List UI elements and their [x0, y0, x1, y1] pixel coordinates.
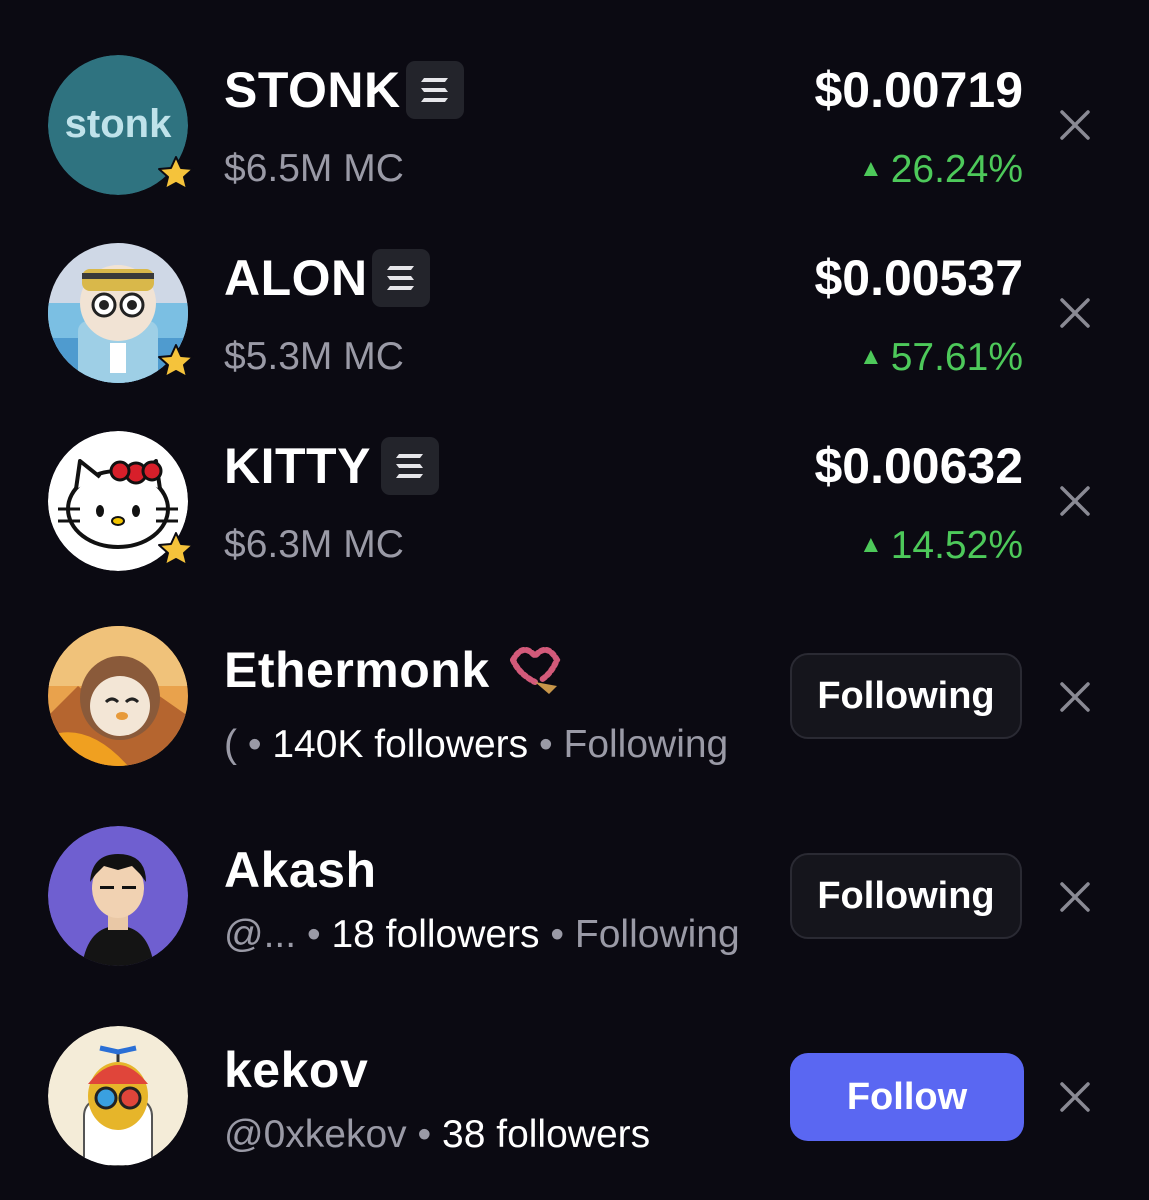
token-change: ▲ 57.61% [859, 334, 1023, 381]
stonk-avatar-text: stonk [65, 102, 172, 146]
user-row-kekov[interactable]: kekov @0xkekov • 38 followers Follow [0, 964, 1149, 1200]
solana-chain-icon [406, 61, 464, 119]
user-avatar-kekov [48, 1026, 188, 1166]
follow-button[interactable]: Follow [790, 1053, 1024, 1141]
token-market-cap: $5.3M MC [224, 335, 404, 378]
close-icon[interactable] [1058, 880, 1092, 914]
token-row-stonk[interactable]: stonk STONK $6.5M MC $0.00719 ▲ 26.24% [0, 0, 1149, 195]
close-icon[interactable] [1058, 484, 1092, 518]
separator-dot: • [306, 913, 321, 956]
user-row-ethermonk[interactable]: Ethermonk ( • 140K followers • Following… [0, 564, 1149, 766]
up-arrow-icon: ▲ [858, 531, 883, 558]
user-name: kekov [224, 1042, 369, 1098]
close-icon[interactable] [1058, 1080, 1092, 1114]
up-arrow-icon: ▲ [858, 155, 883, 182]
token-row-kitty[interactable]: KITTY $6.3M MC $0.00632 ▲ 14.52% [0, 376, 1149, 571]
token-market-cap: $6.3M MC [224, 523, 404, 566]
token-change-value: 14.52% [890, 524, 1023, 567]
user-handle: @0xkekov [224, 1113, 407, 1156]
following-button[interactable]: Following [790, 653, 1022, 739]
separator-dot: • [550, 913, 565, 956]
prayer-beads-icon [505, 640, 565, 700]
user-handle: @... [224, 913, 297, 956]
token-price: $0.00632 [814, 438, 1023, 494]
user-follow-status: Following [574, 913, 740, 956]
user-followers: 140K followers [272, 723, 529, 766]
close-icon[interactable] [1058, 680, 1092, 714]
user-name: Akash [224, 842, 377, 898]
user-meta: @... • 18 followers • Following [224, 912, 740, 958]
user-meta: @0xkekov • 38 followers [224, 1112, 650, 1158]
token-symbol: ALON [224, 250, 368, 306]
close-icon[interactable] [1058, 296, 1092, 330]
up-arrow-icon: ▲ [858, 343, 883, 370]
token-price: $0.00719 [814, 62, 1023, 118]
user-avatar-akash [48, 826, 188, 966]
solana-chain-icon [372, 249, 430, 307]
user-avatar-ethermonk [48, 626, 188, 766]
token-change: ▲ 26.24% [859, 146, 1023, 193]
user-meta: ( • 140K followers • Following [224, 722, 728, 768]
user-name: Ethermonk [224, 642, 490, 698]
token-change-value: 26.24% [890, 148, 1023, 191]
separator-dot: • [539, 723, 553, 766]
user-handle: ( [224, 723, 237, 766]
token-price: $0.00537 [814, 250, 1023, 306]
user-follow-status: Following [563, 723, 729, 766]
separator-dot: • [417, 1113, 432, 1156]
close-icon[interactable] [1058, 108, 1092, 142]
user-row-akash[interactable]: Akash @... • 18 followers • Following Fo… [0, 764, 1149, 966]
token-market-cap: $6.5M MC [224, 147, 404, 190]
token-symbol: KITTY [224, 438, 371, 494]
user-followers: 18 followers [331, 913, 540, 956]
token-change: ▲ 14.52% [859, 522, 1023, 569]
token-row-alon[interactable]: ALON $5.3M MC $0.00537 ▲ 57.61% [0, 188, 1149, 383]
following-button[interactable]: Following [790, 853, 1022, 939]
token-symbol: STONK [224, 62, 401, 118]
separator-dot: • [247, 723, 262, 766]
token-change-value: 57.61% [890, 336, 1023, 379]
solana-chain-icon [381, 437, 439, 495]
user-followers: 38 followers [442, 1113, 651, 1156]
